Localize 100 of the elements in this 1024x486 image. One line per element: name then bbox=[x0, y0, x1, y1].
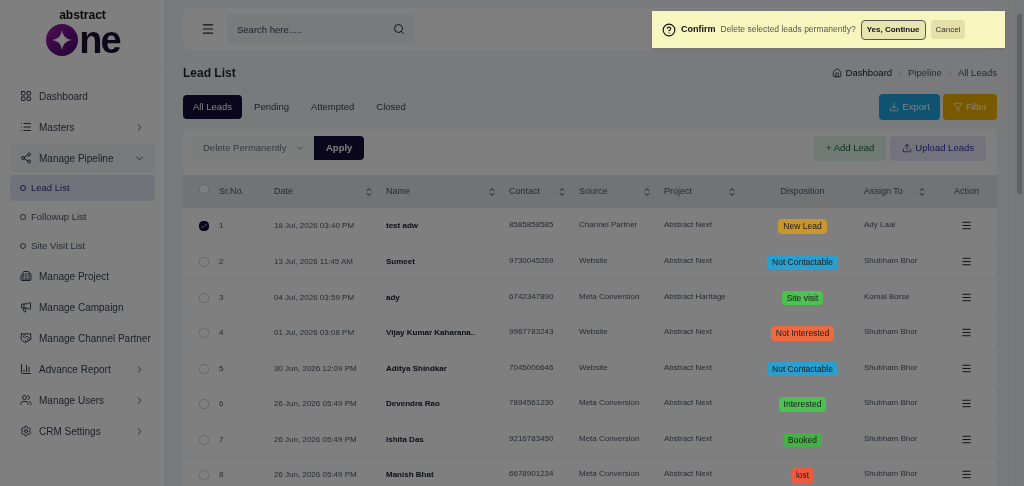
table-cell: 2 bbox=[219, 257, 224, 266]
table-cell: Abstract Next bbox=[664, 433, 712, 443]
menu-icon[interactable] bbox=[961, 469, 972, 481]
table-cell: 7045000646 bbox=[509, 362, 554, 372]
question-icon bbox=[662, 22, 676, 37]
row-checkbox[interactable] bbox=[199, 221, 209, 231]
table-cell: 6678901234 bbox=[509, 469, 554, 478]
table-cell: Abstract Next bbox=[664, 362, 712, 372]
table-cell: test adw bbox=[386, 221, 418, 230]
sidebar-item[interactable]: Manage Campaign bbox=[10, 293, 155, 321]
table-cell: Shubham Bhor bbox=[864, 362, 918, 372]
table-cell: 8585858585 bbox=[509, 220, 554, 229]
column-header[interactable]: Disposition bbox=[780, 184, 825, 199]
table-cell: Ady Laal bbox=[864, 220, 896, 229]
status-badge: Site visit bbox=[781, 290, 824, 306]
table-cell: 6742347890 bbox=[509, 291, 554, 301]
search-field[interactable]: Search here..... bbox=[227, 14, 415, 44]
tab[interactable]: Closed bbox=[366, 95, 416, 119]
settings-icon bbox=[20, 425, 32, 437]
column-header[interactable]: Date bbox=[274, 184, 293, 199]
sort-icon[interactable] bbox=[642, 186, 652, 197]
sort-icon[interactable] bbox=[557, 186, 567, 197]
menu-icon[interactable] bbox=[961, 327, 972, 339]
sidebar-item[interactable]: Masters bbox=[10, 113, 155, 141]
table-cell: 7 bbox=[219, 434, 224, 444]
sort-icon[interactable] bbox=[364, 186, 374, 197]
apply-button[interactable]: Apply bbox=[314, 136, 365, 160]
column-header[interactable]: Project bbox=[664, 184, 692, 199]
menu-icon[interactable] bbox=[961, 220, 972, 232]
table-cell: 7894561230 bbox=[509, 398, 554, 407]
table-cell: Meta Conversion bbox=[579, 469, 640, 478]
confirm-message: Delete selected leads permanently? bbox=[720, 23, 856, 36]
column-header[interactable]: Assign To bbox=[864, 184, 903, 199]
confirm-title: Confirm bbox=[681, 22, 716, 36]
table-cell: Shubham Bhor bbox=[864, 398, 918, 407]
table-cell: Abstract Next bbox=[664, 469, 712, 478]
table-cell: Vijay Kumar Kaharana.. bbox=[386, 328, 476, 337]
table-cell: 01 Jul, 2026 03:08 PM bbox=[274, 328, 355, 337]
menu-icon[interactable] bbox=[961, 433, 972, 445]
submenu-item[interactable]: Site Visit List bbox=[10, 233, 155, 259]
menu-icon[interactable] bbox=[961, 362, 972, 374]
column-header[interactable]: Sr.No. bbox=[219, 184, 244, 199]
sidebar-item[interactable]: Manage Channel Partner bbox=[10, 324, 155, 352]
sidebar-item[interactable]: Manage Users bbox=[10, 386, 155, 414]
table-cell: Abstract Next bbox=[664, 256, 712, 265]
table-cell: 9216783450 bbox=[509, 433, 554, 443]
sidebar-item[interactable]: Manage Pipeline bbox=[10, 144, 155, 172]
table-cell: Channel Partner bbox=[579, 220, 638, 229]
table-cell: Devendra Rao bbox=[386, 399, 440, 408]
search-icon[interactable] bbox=[393, 23, 405, 35]
export-button[interactable]: Export bbox=[879, 94, 940, 120]
breadcrumb-link[interactable]: Dashboard bbox=[845, 65, 893, 81]
table-cell: 6 bbox=[219, 399, 224, 408]
home-icon bbox=[831, 68, 842, 78]
column-header[interactable]: Name bbox=[386, 184, 410, 199]
column-header[interactable]: Source bbox=[579, 184, 608, 199]
status-badge: Not Interested bbox=[770, 326, 835, 341]
sidebar-item[interactable]: CRM Settings bbox=[10, 417, 155, 445]
table-cell: Manish Bhat bbox=[386, 470, 434, 479]
tab[interactable]: Pending bbox=[244, 95, 299, 119]
table-cell: ady bbox=[386, 292, 400, 302]
sidebar-item[interactable]: Dashboard bbox=[10, 82, 155, 110]
breadcrumb-link[interactable]: Pipeline bbox=[908, 65, 942, 81]
table-cell: Meta Conversion bbox=[579, 398, 640, 407]
menu-icon[interactable] bbox=[201, 22, 215, 36]
status-badge: Not Contactable bbox=[767, 255, 838, 270]
menu-icon[interactable] bbox=[961, 398, 972, 410]
table-cell: Abstract Next bbox=[664, 398, 712, 407]
tab[interactable]: Attempted bbox=[300, 95, 365, 119]
submenu-item[interactable]: Lead List bbox=[10, 175, 155, 201]
column-header[interactable]: Action bbox=[954, 184, 979, 199]
bar-chart-icon bbox=[20, 363, 32, 375]
logo-text: ne bbox=[79, 20, 120, 59]
breadcrumb-link[interactable]: All Leads bbox=[957, 65, 997, 81]
sort-icon[interactable] bbox=[727, 186, 737, 197]
table-cell: 3 bbox=[219, 292, 224, 302]
add-lead-button[interactable]: + Add Lead bbox=[814, 135, 887, 161]
column-header[interactable]: Contact bbox=[509, 184, 541, 199]
tab[interactable]: All Leads bbox=[183, 95, 243, 119]
building-icon bbox=[20, 270, 32, 282]
table-cell: Shubham Bhor bbox=[864, 433, 918, 443]
page-title: Lead List bbox=[183, 65, 236, 82]
bulk-action-select[interactable]: Delete Permanently bbox=[194, 136, 314, 160]
table-cell: Aditya Shindkar bbox=[386, 363, 447, 373]
sort-icon[interactable] bbox=[917, 186, 927, 197]
yes-continue-button[interactable]: Yes, Continue bbox=[860, 19, 926, 40]
submenu-item[interactable]: Followup List bbox=[10, 204, 155, 230]
sort-icon[interactable] bbox=[487, 186, 497, 197]
table-cell: 26 Jun, 2026 05:49 PM bbox=[274, 434, 357, 444]
cancel-button[interactable]: Cancel bbox=[930, 20, 966, 39]
menu-icon[interactable] bbox=[961, 291, 972, 303]
upload-leads-button[interactable]: Upload Leads bbox=[890, 135, 986, 161]
table-cell: Abstract Next bbox=[664, 220, 712, 229]
table-cell: 4 bbox=[219, 328, 224, 337]
sidebar-item[interactable]: Advance Report bbox=[10, 355, 155, 383]
table-cell: 9730045269 bbox=[509, 256, 554, 265]
status-badge: Interested bbox=[778, 397, 827, 412]
table-cell: Meta Conversion bbox=[579, 291, 640, 301]
menu-icon[interactable] bbox=[961, 256, 972, 268]
sidebar-item[interactable]: Manage Project bbox=[10, 262, 155, 290]
